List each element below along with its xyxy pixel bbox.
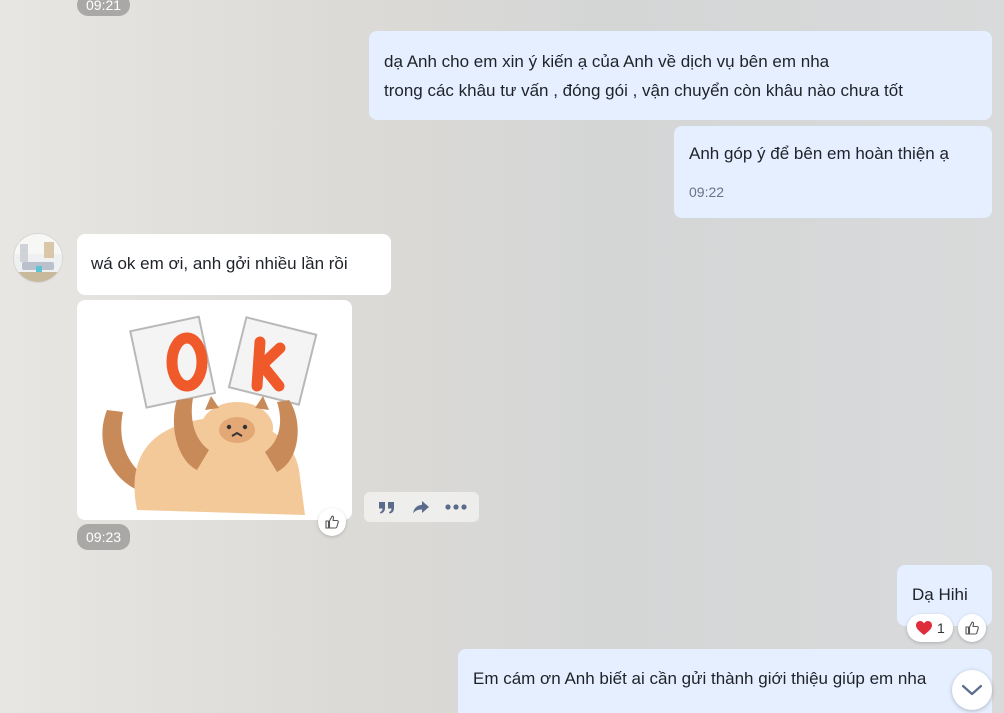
like-button[interactable] bbox=[958, 614, 986, 642]
message-time: 09:22 bbox=[689, 184, 725, 200]
heart-icon bbox=[916, 621, 932, 635]
outgoing-message[interactable]: Em cám ơn Anh biết ai cần gửi thành giới… bbox=[458, 649, 992, 713]
message-text-line: trong các khâu tư vấn , đóng gói , vận c… bbox=[384, 81, 903, 100]
scroll-to-bottom-button[interactable] bbox=[952, 670, 992, 710]
timestamp-pill: 09:21 bbox=[77, 0, 131, 16]
cat-ok-sticker-image bbox=[102, 315, 318, 515]
message-text: wá ok em ơi, anh gởi nhiều lần rồi bbox=[91, 254, 348, 273]
reaction-summary[interactable]: 1 bbox=[907, 614, 953, 642]
like-button[interactable] bbox=[318, 508, 346, 536]
message-text: Anh góp ý để bên em hoàn thiện ạ bbox=[689, 144, 949, 163]
reply-quote-button[interactable] bbox=[373, 495, 401, 519]
message-text: Dạ Hihi bbox=[912, 585, 968, 604]
ok-cat-sticker[interactable] bbox=[77, 300, 352, 520]
thumbs-up-icon bbox=[325, 515, 339, 529]
avatar-image bbox=[14, 234, 62, 282]
thumbs-up-icon bbox=[965, 621, 979, 635]
message-action-toolbar bbox=[364, 492, 479, 522]
more-options-button[interactable] bbox=[442, 495, 470, 519]
chevron-down-icon bbox=[961, 684, 983, 696]
more-dots-icon bbox=[445, 504, 467, 510]
incoming-message[interactable]: wá ok em ơi, anh gởi nhiều lần rồi bbox=[77, 234, 391, 295]
reaction-count: 1 bbox=[937, 620, 945, 636]
message-text: Em cám ơn Anh biết ai cần gửi thành giới… bbox=[473, 669, 927, 688]
avatar[interactable] bbox=[14, 234, 62, 282]
quote-icon bbox=[379, 502, 395, 514]
outgoing-message[interactable]: Anh góp ý để bên em hoàn thiện ạ 09:22 bbox=[674, 126, 992, 218]
forward-button[interactable] bbox=[407, 495, 435, 519]
share-forward-icon bbox=[413, 501, 430, 514]
timestamp-pill: 09:23 bbox=[77, 524, 131, 550]
outgoing-message[interactable]: dạ Anh cho em xin ý kiến ạ của Anh về dị… bbox=[369, 31, 992, 120]
message-text-line: dạ Anh cho em xin ý kiến ạ của Anh về dị… bbox=[384, 52, 830, 71]
